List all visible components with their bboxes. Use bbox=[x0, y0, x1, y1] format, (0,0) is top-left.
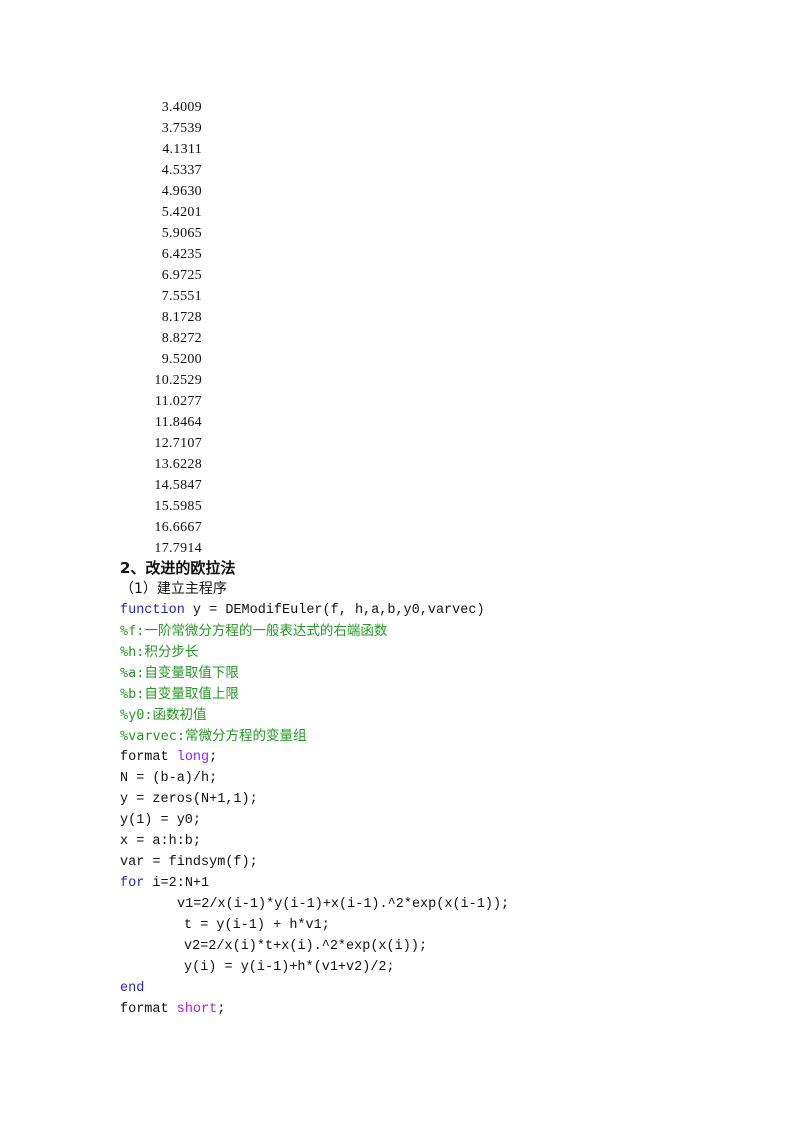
result-value: 17.7914 bbox=[154, 541, 202, 556]
modified-euler-section: 2、改进的欧拉法 （1）建立主程序 function y = DEModifEu… bbox=[120, 558, 760, 1020]
comment-line: %y0:函数初值 bbox=[120, 707, 207, 723]
results-list: 3.4009 3.7539 4.1311 4.5337 4.9630 5.420… bbox=[120, 97, 210, 559]
result-value: 12.7107 bbox=[154, 436, 202, 451]
code-block: function y = DEModifEuler(f, h,a,b,y0,va… bbox=[120, 600, 760, 1020]
format-long-statement: format long; bbox=[120, 747, 760, 768]
result-value: 8.1728 bbox=[161, 310, 202, 325]
function-declaration: function y = DEModifEuler(f, h,a,b,y0,va… bbox=[120, 600, 760, 621]
result-value: 7.5551 bbox=[161, 289, 202, 304]
result-value: 15.5985 bbox=[154, 499, 202, 514]
loop-body-statement: t = y(i-1) + h*v1; bbox=[184, 918, 330, 933]
comment-line: %f:一阶常微分方程的一般表达式的右端函数 bbox=[120, 623, 388, 639]
loop-range: i=2:N+1 bbox=[144, 876, 210, 891]
result-value: 3.7539 bbox=[161, 121, 202, 136]
format-short-statement: format short; bbox=[120, 999, 760, 1020]
result-value: 4.1311 bbox=[162, 142, 202, 157]
comment-line: %b:自变量取值上限 bbox=[120, 686, 239, 702]
format-argument: long bbox=[176, 750, 210, 765]
keyword-function: function bbox=[120, 603, 185, 618]
result-value: 13.6228 bbox=[154, 457, 202, 472]
code-statement: y = zeros(N+1,1); bbox=[120, 792, 258, 807]
code-statement: x = a:h:b; bbox=[120, 834, 202, 849]
result-value: 9.5200 bbox=[161, 352, 202, 367]
code-statement: var = findsym(f); bbox=[120, 855, 258, 870]
format-command: format bbox=[120, 750, 177, 765]
keyword-for: for bbox=[120, 876, 145, 891]
result-value: 10.2529 bbox=[154, 373, 202, 388]
result-value: 4.5337 bbox=[161, 163, 202, 178]
result-value: 5.4201 bbox=[161, 205, 202, 220]
statement-terminator: ; bbox=[209, 750, 218, 765]
format-argument: short bbox=[176, 1002, 218, 1017]
loop-body-statement: v1=2/x(i-1)*y(i-1)+x(i-1).^2*exp(x(i-1))… bbox=[177, 897, 510, 912]
code-statement: N = (b-a)/h; bbox=[120, 771, 218, 786]
loop-body-statement: v2=2/x(i)*t+x(i).^2*exp(x(i)); bbox=[184, 939, 428, 954]
result-value: 14.5847 bbox=[154, 478, 202, 493]
for-loop-header: for i=2:N+1 bbox=[120, 873, 760, 894]
comment-line: %varvec:常微分方程的变量组 bbox=[120, 728, 307, 744]
section-subheading: （1）建立主程序 bbox=[120, 581, 227, 597]
result-value: 5.9065 bbox=[161, 226, 202, 241]
comment-line: %h:积分步长 bbox=[120, 644, 199, 660]
statement-terminator: ; bbox=[217, 1002, 226, 1017]
comment-line: %a:自变量取值下限 bbox=[120, 665, 239, 681]
section-heading: 2、改进的欧拉法 bbox=[120, 559, 236, 577]
document-page: 3.4009 3.7539 4.1311 4.5337 4.9630 5.420… bbox=[0, 0, 800, 1132]
function-signature: y = DEModifEuler(f, h,a,b,y0,varvec) bbox=[184, 603, 485, 618]
result-value: 8.8272 bbox=[161, 331, 202, 346]
result-value: 4.9630 bbox=[161, 184, 202, 199]
keyword-end: end bbox=[120, 981, 145, 996]
result-value: 16.6667 bbox=[154, 520, 202, 535]
format-command: format bbox=[120, 1002, 177, 1017]
result-value: 6.9725 bbox=[161, 268, 202, 283]
code-statement: y(1) = y0; bbox=[120, 813, 202, 828]
result-value: 11.0277 bbox=[154, 394, 202, 409]
result-value: 3.4009 bbox=[161, 100, 202, 115]
loop-body-statement: y(i) = y(i-1)+h*(v1+v2)/2; bbox=[184, 960, 395, 975]
result-value: 11.8464 bbox=[154, 415, 202, 430]
result-value: 6.4235 bbox=[161, 247, 202, 262]
